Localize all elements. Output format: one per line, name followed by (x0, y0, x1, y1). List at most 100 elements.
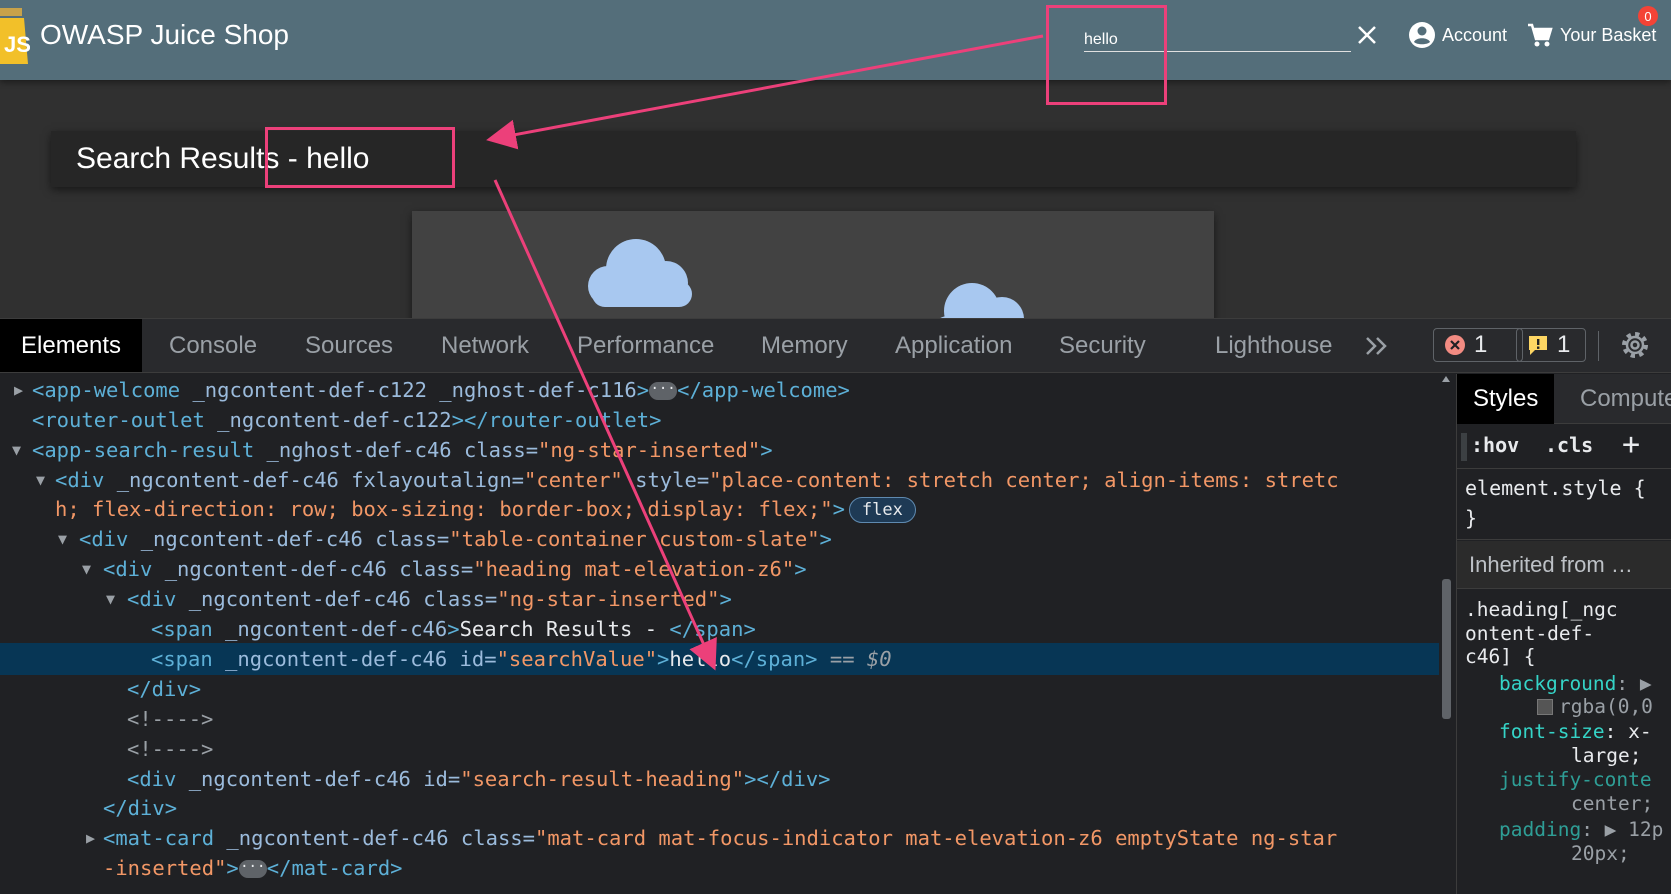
color-swatch[interactable] (1537, 699, 1553, 715)
cls-toggle[interactable]: .cls (1545, 433, 1593, 457)
svg-text:JS: JS (4, 32, 30, 57)
tree-node-app-search-result[interactable]: ▼ <app-search-result _nghost-def-c46 cla… (0, 434, 1439, 466)
expand-triangle-icon[interactable]: ▶ (86, 822, 100, 854)
prop-justify-content[interactable]: justify-conte (1499, 768, 1652, 791)
elements-tree[interactable]: ▶ <app-welcome _ngcontent-def-c122 _ngho… (0, 374, 1439, 894)
collapse-triangle-icon[interactable]: ▼ (82, 553, 96, 585)
tab-sources[interactable]: Sources (305, 319, 393, 372)
tag-gt: > (819, 527, 832, 551)
your-basket-button[interactable]: Your Basket (1526, 18, 1656, 52)
tag-open: <div (79, 527, 129, 551)
app-toolbar: JS OWASP Juice Shop Account Your Basket (0, 0, 1671, 80)
attr-names: _ngcontent-def-c122 _nghost-def-c116 (180, 378, 637, 402)
tab-network[interactable]: Network (441, 319, 529, 372)
scroll-up-arrow-icon[interactable] (1442, 376, 1450, 382)
app-title[interactable]: OWASP Juice Shop (40, 18, 289, 52)
tab-performance[interactable]: Performance (577, 319, 714, 372)
tag-open: <router-outlet (32, 408, 205, 432)
prop-value: center; (1571, 792, 1654, 815)
tag-open: <div (103, 557, 153, 581)
tree-node-close-div[interactable]: </div> (0, 673, 1439, 705)
warning-count: 1 (1557, 331, 1571, 358)
account-button[interactable]: Account (1408, 18, 1507, 52)
expand-triangle-icon[interactable]: ▶ (14, 374, 28, 406)
error-count: 1 (1474, 331, 1488, 358)
tab-elements[interactable]: Elements (0, 319, 143, 372)
prop-name: justify-conte (1499, 768, 1652, 791)
collapse-triangle-icon[interactable]: ▼ (106, 583, 120, 615)
element-style-close: } (1465, 506, 1478, 530)
tab-memory[interactable]: Memory (761, 319, 848, 372)
hov-toggle[interactable]: :hov (1471, 433, 1519, 457)
tab-security[interactable]: Security (1059, 319, 1146, 372)
tag-close: </span> (731, 647, 818, 671)
account-label: Account (1442, 24, 1508, 45)
rule-selector: .heading[_ngc (1465, 598, 1618, 621)
tab-lighthouse[interactable]: Lighthouse (1215, 319, 1332, 372)
attr-names: _ngcontent-def-c46 class= (176, 587, 498, 611)
devtools-panel: Elements Console Sources Network Perform… (0, 318, 1671, 894)
collapse-triangle-icon[interactable]: ▼ (36, 464, 50, 496)
tree-node-mat-card[interactable]: ▶ <mat-card _ngcontent-def-c46 class="ma… (0, 822, 1439, 854)
tree-node-mat-card-cont[interactable]: -inserted">···</mat-card> (0, 852, 1439, 884)
prop-value: x- (1628, 720, 1652, 743)
flex-badge[interactable]: flex (848, 497, 916, 523)
error-icon (1445, 335, 1465, 355)
tab-console[interactable]: Console (169, 319, 257, 372)
prop-background[interactable]: background: ▶ (1499, 672, 1652, 695)
heading-css-rule[interactable]: .heading[_ngc ontent-def- c46] { backgro… (1457, 590, 1671, 894)
prop-font-size[interactable]: font-size: x- (1499, 720, 1652, 743)
gear-icon[interactable] (1618, 328, 1652, 362)
tag-close: </mat-card> (266, 856, 403, 880)
prop-value: 12p (1628, 818, 1664, 841)
attr-names: _ngcontent-def-c46 (212, 617, 448, 641)
more-tabs-chevron-icon[interactable] (1362, 331, 1392, 361)
attr-value: "place-content: stretch center; align-it… (709, 468, 1339, 492)
empty-state-card (412, 211, 1214, 318)
tag-close: ></div> (744, 767, 831, 791)
tree-node-ng-star-div[interactable]: ▼ <div _ngcontent-def-c46 class="ng-star… (0, 583, 1439, 615)
devtools-tab-bar: Elements Console Sources Network Perform… (0, 319, 1671, 373)
text-node: Search Results - (459, 617, 670, 641)
tab-computed[interactable]: Computed (1580, 374, 1671, 424)
tag-gt: > (636, 378, 650, 402)
tree-node-comment[interactable]: <!----> (0, 703, 1439, 735)
collapse-triangle-icon[interactable]: ▼ (58, 523, 72, 555)
tab-application[interactable]: Application (895, 319, 1012, 372)
collapse-triangle-icon[interactable]: ▼ (12, 434, 26, 466)
tree-node-router-outlet[interactable]: <router-outlet _ngcontent-def-c122></rou… (0, 404, 1439, 436)
attr-names: _ngcontent-def-c46 fxlayoutalign= (104, 468, 525, 492)
tree-node-table-container[interactable]: ▼ <div _ngcontent-def-c46 class="table-c… (0, 523, 1439, 555)
tree-node-app-welcome[interactable]: ▶ <app-welcome _ngcontent-def-c122 _ngho… (0, 374, 1439, 406)
search-field-highlight (1046, 5, 1167, 105)
tree-node-flex-div[interactable]: ▼ <div _ngcontent-def-c46 fxlayoutalign=… (0, 464, 1439, 496)
selected-marker: == $0 (817, 647, 892, 671)
tree-node-close-div[interactable]: </div> (0, 792, 1439, 824)
collapsed-content-badge[interactable]: ··· (238, 860, 267, 878)
close-icon[interactable] (1352, 20, 1382, 50)
text-node: hello (669, 647, 732, 671)
cloud-illustration (588, 239, 1024, 318)
attr-names: style= (622, 468, 710, 492)
tag-open: <div (127, 767, 177, 791)
tree-node-span-label[interactable]: <span _ngcontent-def-c46>Search Results … (0, 613, 1439, 645)
tree-node-comment[interactable]: <!----> (0, 733, 1439, 765)
juice-shop-logo[interactable]: JS (0, 8, 30, 66)
scrollbar-thumb[interactable] (1442, 579, 1451, 719)
tab-styles[interactable]: Styles (1457, 374, 1555, 424)
tag-gt: > (657, 647, 670, 671)
tree-node-heading[interactable]: ▼ <div _ngcontent-def-c46 class="heading… (0, 553, 1439, 585)
element-style-rule[interactable]: element.style { } (1457, 470, 1671, 540)
prop-padding[interactable]: padding: ▶ 12p (1499, 818, 1663, 841)
new-rule-plus-icon[interactable]: + (1622, 427, 1640, 462)
warning-counter-button[interactable]: 1 (1516, 328, 1586, 362)
basket-label: Your Basket (1560, 24, 1657, 45)
tree-node-search-result-heading[interactable]: <div _ngcontent-def-c46 id="search-resul… (0, 763, 1439, 795)
collapsed-content-badge[interactable]: ··· (649, 382, 678, 400)
tag-gt: > (794, 557, 807, 581)
tree-node-flex-div-cont[interactable]: h; flex-direction: row; box-sizing: bord… (0, 493, 1439, 525)
elements-scrollbar[interactable] (1439, 374, 1454, 894)
attr-value: "ng-star-inserted" (497, 587, 720, 611)
error-counter-button[interactable]: 1 (1433, 328, 1523, 362)
tree-node-span-search-value-selected[interactable]: <span _ngcontent-def-c46 id="searchValue… (0, 643, 1439, 675)
